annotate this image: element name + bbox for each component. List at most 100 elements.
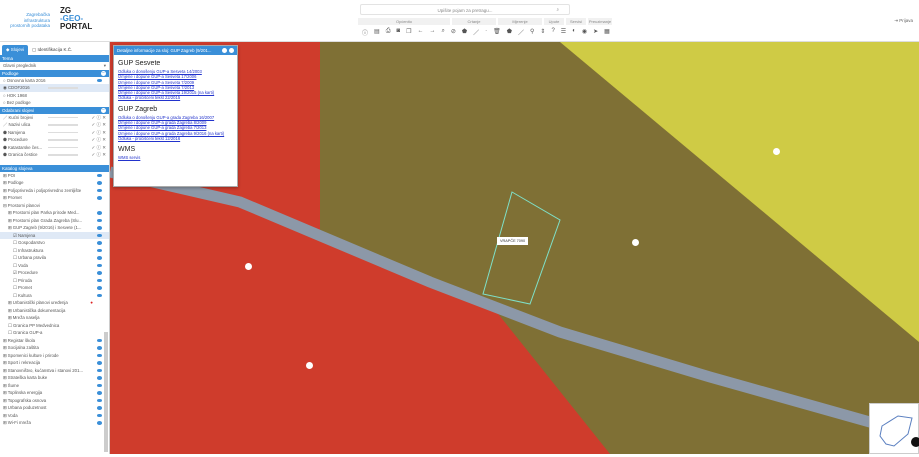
opacity-slider[interactable] <box>48 131 78 133</box>
eye-icon[interactable] <box>97 278 102 282</box>
catalog-item[interactable]: ⊞ Prostorni plan Grada Zagreba (Slu... <box>0 217 109 225</box>
eye-icon[interactable] <box>97 233 102 237</box>
opacity-slider[interactable] <box>48 124 78 126</box>
point-icon[interactable]: · <box>485 28 487 37</box>
selected-layer[interactable]: ⬟ Namjena ✓ ⓘ ✕ <box>0 129 109 137</box>
selected-layer[interactable]: ／ Kućni brojevi ✓ ⓘ ✕ <box>0 114 109 122</box>
polygon-icon[interactable]: ⬟ <box>462 28 467 37</box>
tab-layers[interactable]: ◆ Slojevi <box>2 45 28 55</box>
layer-actions-icon[interactable]: ✓ ⓘ ✕ <box>91 144 106 152</box>
catalog-item[interactable]: ⊞ Stanovništvo, kućanstva i stanovi 201.… <box>0 367 109 375</box>
opacity-slider[interactable] <box>48 146 78 148</box>
eye-icon[interactable] <box>97 353 102 357</box>
eye-icon[interactable] <box>97 226 102 230</box>
area-measure-icon[interactable]: ⬟ <box>507 28 512 37</box>
eye-icon[interactable] <box>97 173 102 177</box>
catalog-item[interactable]: ⊞ Toplinska energija <box>0 389 109 397</box>
basemap-option[interactable]: ◉ CDOF2016 <box>0 84 109 92</box>
document-icon[interactable]: ▤ <box>374 28 380 37</box>
catalog-item[interactable]: ☐ Infrastruktura <box>0 247 109 255</box>
copy-icon[interactable]: ❐ <box>406 28 411 37</box>
eye-icon[interactable] <box>97 376 102 380</box>
catalog-item[interactable]: ☐ Urbana pravila <box>0 254 109 262</box>
search-icon[interactable]: ⌕ <box>556 7 559 12</box>
opacity-slider[interactable] <box>48 116 78 118</box>
eye-icon[interactable] <box>97 188 102 192</box>
catalog-item[interactable]: ☐ Promet <box>0 284 109 292</box>
send-icon[interactable]: ➤ <box>593 28 598 37</box>
eye-icon[interactable] <box>97 391 102 395</box>
eye-icon[interactable] <box>97 181 102 185</box>
camera-icon[interactable]: ◙ <box>397 28 401 37</box>
eye-icon[interactable] <box>97 398 102 402</box>
catalog-item[interactable]: ☐ Gospodarstvo <box>0 239 109 247</box>
distance-icon[interactable]: ／ <box>518 28 524 37</box>
catalog-item[interactable]: ☐ Kultura <box>0 292 109 300</box>
line-icon[interactable]: ／ <box>473 28 479 37</box>
height-icon[interactable]: ⇕ <box>540 28 545 37</box>
catalog-item[interactable]: ⊟ Prostorni planovi <box>0 202 109 210</box>
catalog-item[interactable]: ☑ Namjena <box>0 231 109 239</box>
catalog-item[interactable]: ⊞ Promet <box>0 194 109 202</box>
catalog-item[interactable]: ⊞ Registar škola <box>0 337 109 345</box>
catalog-item[interactable]: ⊞ Spomenici kulture i prirode <box>0 352 109 360</box>
help-icon[interactable]: ? <box>551 28 554 37</box>
eye-icon[interactable] <box>97 196 102 200</box>
document-link[interactable]: Odluka - pročišćeni tekst 22/2015 <box>118 95 237 100</box>
grid-icon[interactable]: ▦ <box>604 28 610 37</box>
catalog-item[interactable]: ⊞ Socijalna zaštita <box>0 344 109 352</box>
clear-icon[interactable]: ⊘ <box>451 28 456 37</box>
tema-select[interactable]: Glavni preglednik ▾ <box>0 62 109 70</box>
eye-icon[interactable] <box>97 293 102 297</box>
eye-icon[interactable] <box>97 286 102 290</box>
login-button[interactable]: ⇥ Prijava <box>894 18 913 24</box>
selected-layer[interactable]: ⬟ Granica čestice ✓ ⓘ ✕ <box>0 151 109 159</box>
selected-layers-header[interactable]: Odabrani slojevi − <box>0 106 109 114</box>
catalog-item[interactable]: ☐ Granica GUP-a <box>0 329 109 337</box>
overview-toggle-button[interactable] <box>911 437 919 447</box>
catalog-item[interactable]: ⊞ Sport i rekreacija <box>0 359 109 367</box>
forward-icon[interactable]: → <box>430 28 436 37</box>
catalog-item[interactable]: ⊞ Mreža naselja <box>0 314 109 322</box>
layer-actions-icon[interactable]: ✓ ⓘ ✕ <box>91 121 106 129</box>
collapse-icon[interactable]: − <box>101 107 106 113</box>
eye-icon[interactable] <box>97 406 102 410</box>
info-icon[interactable]: ⓘ <box>362 28 368 37</box>
opacity-slider[interactable] <box>48 139 78 141</box>
eye-icon[interactable] <box>97 383 102 387</box>
eye-icon[interactable] <box>97 256 102 260</box>
zg-geoportal-logo[interactable]: ZG -GEO- PORTAL <box>60 7 92 31</box>
back-icon[interactable]: ← <box>418 28 424 37</box>
eye-icon[interactable] <box>97 248 102 252</box>
layer-actions-icon[interactable]: ✓ ⓘ ✕ <box>91 129 106 137</box>
scrollbar[interactable] <box>104 332 108 452</box>
eye-icon[interactable] <box>97 413 102 417</box>
eye-icon[interactable] <box>97 218 102 222</box>
trash-icon[interactable]: 🗑 <box>493 28 501 37</box>
service-icon[interactable]: ◉ <box>582 28 587 37</box>
collapse-icon[interactable]: − <box>101 70 106 76</box>
eye-icon[interactable] <box>97 346 102 350</box>
catalog-item[interactable]: ⊞ Urbana poduzetnost <box>0 404 109 412</box>
eye-icon[interactable] <box>97 361 102 365</box>
print-icon[interactable]: ⎙ <box>386 28 391 37</box>
catalog-item[interactable]: ⊞ Strateška karta buke <box>0 374 109 382</box>
eye-icon[interactable] <box>97 263 102 267</box>
eye-icon[interactable] <box>97 421 102 425</box>
filter-icon[interactable]: ☰ <box>561 28 566 37</box>
podloge-header[interactable]: Podloge − <box>0 69 109 77</box>
document-link[interactable]: Odluka - pročišćeni tekst 12/2016 <box>118 136 237 141</box>
layer-actions-icon[interactable]: ✓ ⓘ ✕ <box>91 151 106 159</box>
settings-icon[interactable] <box>222 48 227 53</box>
catalog-item[interactable]: ☑ Procedure <box>0 269 109 277</box>
close-icon[interactable] <box>229 48 234 53</box>
basemap-option[interactable]: ○ Osnovna karta 2016 <box>0 77 109 85</box>
eye-icon[interactable] <box>97 368 102 372</box>
pin-icon[interactable]: ⚲ <box>530 28 534 37</box>
layer-actions-icon[interactable]: ✓ ⓘ ✕ <box>91 136 106 144</box>
basemap-option[interactable]: ○ Bez podloge <box>0 99 109 107</box>
catalog-item[interactable]: ⊞ Poljoprivreda i poljoprivredno zemljiš… <box>0 187 109 195</box>
catalog-item[interactable]: ☐ Voda <box>0 262 109 270</box>
catalog-item[interactable]: ☐ Priroda <box>0 277 109 285</box>
search-input[interactable]: Upišite pojam za pretragu... ⌕ <box>360 4 570 15</box>
